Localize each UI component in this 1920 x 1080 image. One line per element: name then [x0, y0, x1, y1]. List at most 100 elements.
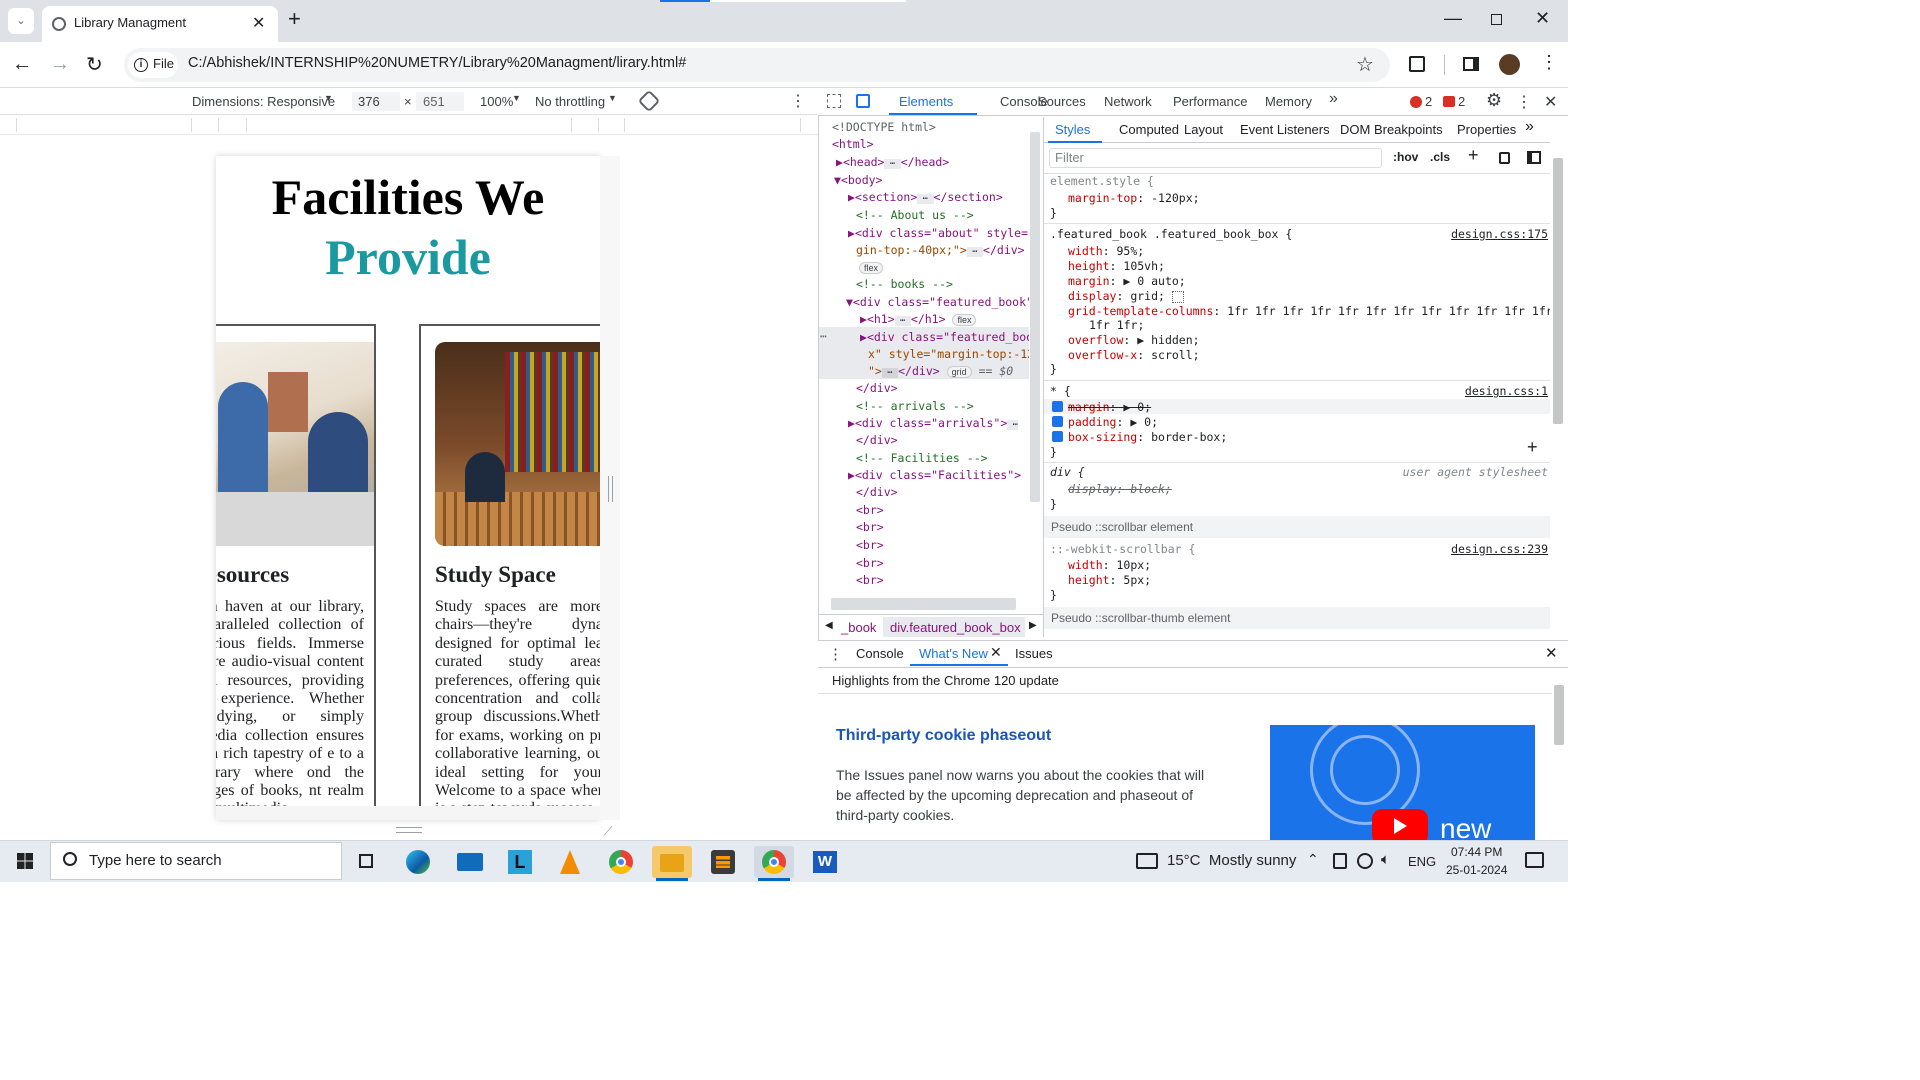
drawer-tab-issues[interactable]: Issues [1015, 646, 1053, 661]
dom-br[interactable]: <br> [856, 573, 884, 587]
tab-network[interactable]: Network [1104, 94, 1152, 109]
throttle-select[interactable]: No throttling [535, 94, 605, 109]
clock-time[interactable]: 07:44 PM [1451, 845, 1502, 859]
add-property-plus-icon[interactable]: + [1527, 437, 1538, 458]
dom-section[interactable]: ▶<section> ⋯ </section> [848, 190, 1003, 204]
drawer-more-icon[interactable]: ⋮ [828, 645, 843, 663]
rule-universal-selector[interactable]: * { [1050, 384, 1071, 398]
drawer-tab-whats-new[interactable]: What's New [919, 646, 988, 661]
elements-hscroll[interactable] [831, 598, 1016, 610]
paint-brush-icon[interactable] [1499, 152, 1510, 164]
drawer-tab-close-icon[interactable]: ✕ [990, 644, 1002, 661]
task-view-icon[interactable] [347, 846, 387, 878]
rule-featured-box-source[interactable]: design.css:175 [1451, 227, 1548, 241]
height-input[interactable]: 651 [423, 94, 445, 109]
dimensions-select[interactable]: Dimensions: Responsive [192, 94, 335, 109]
viewport-resize-handle-right[interactable] [608, 476, 613, 502]
rule-scrollbar-source[interactable]: design.css:239 [1451, 542, 1548, 556]
dom-br[interactable]: <br> [856, 538, 884, 552]
mail-icon[interactable] [450, 846, 490, 878]
browser-tab[interactable]: Library Managment ✕ [42, 6, 278, 42]
rule-div-selector[interactable]: div { [1050, 465, 1085, 479]
crumb-featured-book-box[interactable]: div.featured_book_box [890, 620, 1021, 635]
edge-icon[interactable] [398, 846, 438, 878]
tab-styles[interactable]: Styles [1055, 122, 1090, 137]
avatar[interactable] [1499, 54, 1520, 75]
dom-body[interactable]: ▼<body> [834, 173, 882, 187]
flex-badge[interactable]: flex [859, 262, 884, 274]
weather-icon[interactable] [1136, 853, 1158, 869]
side-panel-icon[interactable] [1463, 57, 1479, 71]
viewport-resize-handle-bottom[interactable] [396, 827, 422, 833]
cookie-phaseout-link[interactable]: Third-party cookie phaseout [836, 727, 1051, 745]
l-app-icon[interactable]: L [500, 846, 540, 878]
drawer-vscroll[interactable] [1554, 685, 1564, 745]
tab-properties[interactable]: Properties [1457, 122, 1516, 137]
dom-div-close[interactable]: </div> [856, 485, 898, 499]
checkbox-box-sizing[interactable] [1052, 431, 1063, 442]
fb-prop[interactable]: overflow: ▶ hidden; [1068, 333, 1200, 347]
settings-gear-icon[interactable]: ⚙ [1486, 90, 1502, 111]
fb-prop[interactable]: margin: ▶ 0 auto; [1068, 274, 1186, 288]
sb-prop[interactable]: height: 5px; [1068, 573, 1151, 587]
fb-prop[interactable]: width: 95%; [1068, 244, 1144, 258]
dom-div-featured-box-style[interactable]: x" style="margin-top:-12 [868, 347, 1029, 361]
network-globe-icon[interactable] [1357, 853, 1373, 869]
notifications-icon[interactable] [1525, 852, 1544, 868]
rule-div-prop[interactable]: display: block; [1068, 482, 1172, 496]
device-more-icon[interactable]: ⋮ [790, 91, 806, 111]
drawer-tab-console[interactable]: Console [856, 646, 904, 661]
crumb-left-icon[interactable]: ◀ [825, 620, 833, 631]
close-tab-icon[interactable]: ✕ [252, 13, 265, 33]
rule-element-style-selector[interactable]: element.style { [1050, 174, 1154, 188]
styles-filter-input[interactable] [1049, 148, 1382, 168]
bookmark-star-icon[interactable]: ☆ [1356, 52, 1374, 77]
dom-br[interactable]: <br> [856, 556, 884, 570]
sublime-icon[interactable] [703, 846, 743, 878]
hov-toggle[interactable]: :hov [1393, 150, 1418, 164]
dom-div-featured-box-end[interactable]: "> ⋯ </div> grid == $0 [868, 364, 1013, 378]
dom-comment-books[interactable]: <!-- books --> [856, 277, 953, 291]
address-bar[interactable]: i File C:/Abhishek/INTERNSHIP%20NUMETRY/… [124, 48, 1390, 82]
fb-prop[interactable]: height: 105vh; [1068, 259, 1165, 273]
checkbox-margin[interactable] [1052, 401, 1063, 412]
grid-badge[interactable]: grid [946, 366, 972, 378]
error-count[interactable]: 2 [1425, 94, 1432, 109]
tab-computed[interactable]: Computed [1119, 122, 1179, 137]
dom-div-featured-box[interactable]: ▶<div class="featured_boo [860, 330, 1029, 344]
video-thumbnail[interactable]: new [1270, 725, 1535, 841]
windows-start-icon[interactable] [17, 853, 33, 869]
tab-elements[interactable]: Elements [899, 94, 953, 109]
elements-vscroll[interactable] [1030, 132, 1040, 502]
more-tabs-icon[interactable]: » [1329, 90, 1338, 108]
tray-app-icon[interactable] [1333, 853, 1347, 869]
chrome-active-icon[interactable] [754, 846, 794, 878]
reload-icon[interactable]: ↻ [86, 52, 103, 77]
fb-prop[interactable]: display: grid; [1068, 289, 1184, 303]
tab-performance[interactable]: Performance [1173, 94, 1247, 109]
new-rule-plus-icon[interactable]: + [1468, 145, 1479, 166]
sb-prop[interactable]: width: 10px; [1068, 558, 1151, 572]
dom-br[interactable]: <br> [856, 520, 884, 534]
dom-div-featured[interactable]: ▼<div class="featured_book" [846, 295, 1029, 309]
device-toggle-icon[interactable] [856, 94, 870, 108]
star-prop-padding[interactable]: padding: ▶ 0; [1068, 415, 1158, 429]
dom-html[interactable]: <html> [832, 137, 874, 151]
dom-div-facilities[interactable]: ▶<div class="Facilities"> [848, 468, 1021, 482]
drawer-close-icon[interactable]: ✕ [1545, 644, 1558, 662]
star-prop-margin[interactable]: margin: ▶ 0; [1068, 400, 1151, 414]
styles-vscroll[interactable] [1553, 158, 1563, 424]
crumb-right-icon[interactable]: ▶ [1029, 620, 1037, 631]
more-style-tabs-icon[interactable]: » [1525, 118, 1534, 136]
star-prop-box-sizing[interactable]: box-sizing: border-box; [1068, 430, 1227, 444]
clock-date[interactable]: 25-01-2024 [1446, 863, 1507, 877]
zoom-select[interactable]: 100% [480, 94, 513, 109]
dom-head[interactable]: ▶<head> ⋯ </head> [836, 155, 949, 169]
crumb-featured-book[interactable]: _book [841, 620, 876, 635]
dom-comment-facilities[interactable]: <!-- Facilities --> [856, 451, 988, 465]
tab-search-icon[interactable]: ⌄ [8, 8, 34, 34]
extensions-icon[interactable] [1409, 56, 1425, 72]
word-icon[interactable]: W [805, 846, 845, 878]
weather-text[interactable]: 15°C Mostly sunny [1167, 852, 1296, 869]
back-icon[interactable]: ← [12, 53, 32, 76]
